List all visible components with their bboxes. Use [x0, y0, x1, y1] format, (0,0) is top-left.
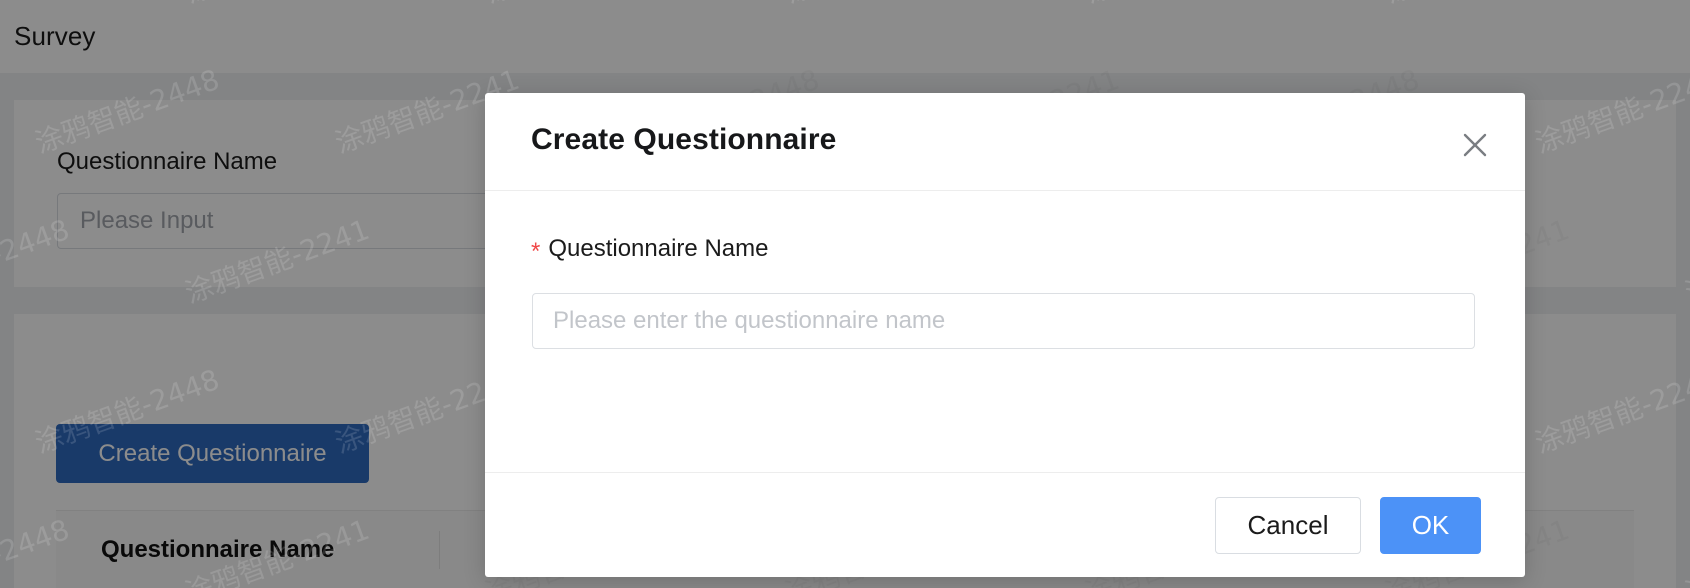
cancel-button[interactable]: Cancel — [1215, 496, 1361, 554]
create-questionnaire-dialog: Create Questionnaire * Questionnaire Name… — [485, 93, 1525, 577]
app-root: Survey Questionnaire Name Please Input C… — [0, 0, 1690, 588]
questionnaire-name-label: * Questionnaire Name — [531, 235, 769, 265]
questionnaire-name-input[interactable] — [532, 293, 1475, 349]
close-icon[interactable] — [1453, 123, 1497, 167]
dialog-footer: Cancel OK — [485, 472, 1525, 577]
dialog-body: * Questionnaire Name — [485, 191, 1525, 472]
questionnaire-name-label-text: Questionnaire Name — [548, 235, 769, 262]
dialog-title: Create Questionnaire — [531, 123, 837, 156]
ok-button[interactable]: OK — [1380, 496, 1481, 554]
required-marker: * — [531, 238, 541, 265]
dialog-header: Create Questionnaire — [485, 93, 1525, 191]
